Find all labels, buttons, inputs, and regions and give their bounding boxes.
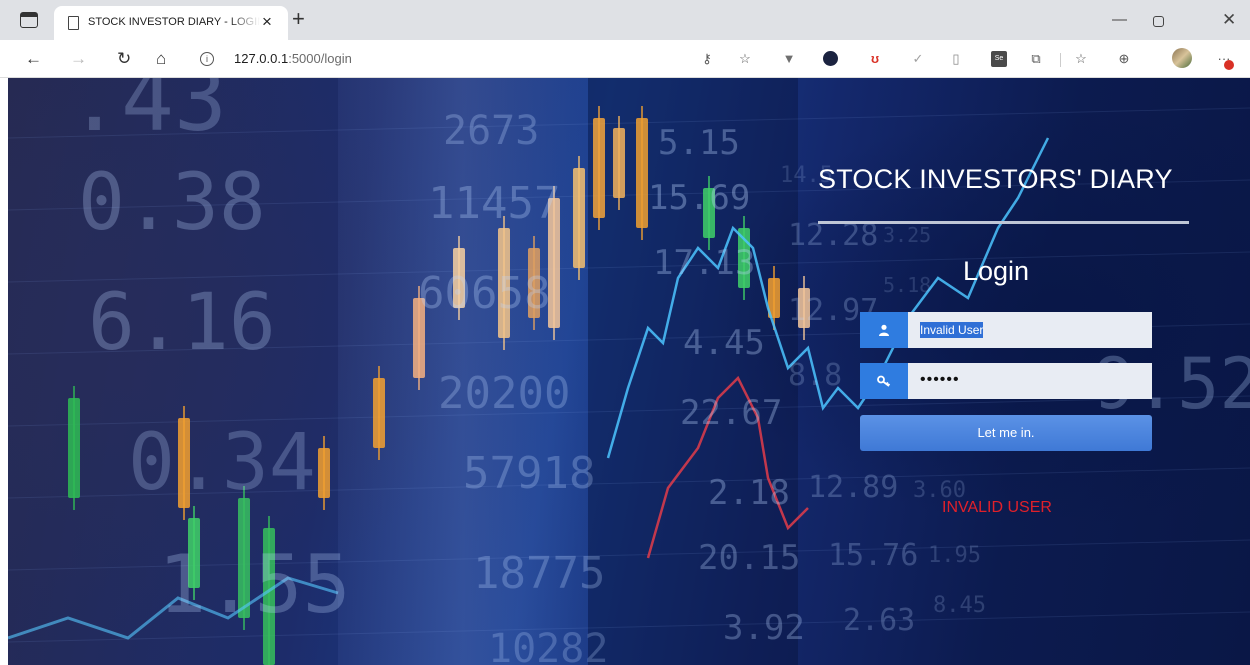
browser-tab[interactable]: STOCK INVESTOR DIARY - LOGIN × (54, 6, 288, 40)
background-number: 20.15 (698, 538, 801, 578)
background-number: 6.16 (88, 278, 276, 368)
candle-body (636, 118, 648, 228)
background-number: 5.18 (883, 273, 932, 297)
background-number: 3.92 (723, 608, 805, 648)
add-favorite-icon[interactable]: ☆ (736, 50, 754, 68)
tab-close-button[interactable]: × (262, 13, 272, 31)
address-bar[interactable]: 127.0.0.1:5000/login (234, 51, 352, 66)
page-icon (68, 16, 79, 30)
background-number: 1.95 (928, 543, 981, 568)
forward-icon[interactable]: → (70, 49, 87, 69)
background-number: 11457 (428, 178, 561, 229)
background-number: 1.55 (158, 538, 351, 631)
background-number: 8.8 (788, 358, 843, 393)
brand-title: STOCK INVESTORS' DIARY (818, 164, 1173, 194)
key-icon (860, 363, 908, 399)
tab-title: STOCK INVESTOR DIARY - LOGIN (88, 16, 260, 28)
background-number: 10282 (488, 626, 609, 665)
profile-avatar[interactable] (1172, 48, 1192, 68)
background-number: 20200 (438, 368, 571, 419)
se-extension-icon[interactable]: Se (990, 50, 1008, 68)
background-number: 18775 (473, 548, 606, 599)
candle-body (68, 398, 80, 498)
new-tab-button[interactable]: + (292, 7, 305, 31)
settings-more-icon[interactable]: ··· (1215, 50, 1234, 70)
toolbar-divider (1060, 53, 1061, 67)
background-number: 57918 (463, 448, 596, 499)
maximize-button[interactable] (1153, 16, 1164, 27)
url-path: :5000/login (288, 51, 352, 66)
background-number: 60658 (418, 268, 551, 319)
background-number: 4.45 (683, 323, 765, 363)
candle-body (593, 118, 605, 218)
candle-body (318, 448, 330, 498)
reload-icon[interactable]: ↻ (117, 49, 131, 69)
background-number: .43 (68, 78, 227, 151)
username-value: Invalid User (920, 322, 984, 338)
check-extension-icon[interactable]: ✓ (909, 50, 927, 68)
login-heading: Login (963, 256, 1030, 286)
url-host: 127.0.0.1 (234, 51, 289, 66)
username-input[interactable]: Invalid User (908, 312, 1152, 348)
pocket-extension-icon[interactable]: ▼ (780, 50, 798, 68)
user-icon (860, 312, 908, 348)
login-submit-button[interactable]: Let me in. (860, 415, 1152, 451)
site-info-icon[interactable]: i (200, 52, 214, 66)
password-key-icon[interactable]: ⚷ (698, 50, 716, 68)
error-message: INVALID USER (942, 499, 1052, 516)
candle-body (373, 378, 385, 448)
background-number: 8.45 (933, 593, 986, 618)
password-input[interactable]: •••••• (908, 363, 1152, 399)
extensions-icon[interactable]: ⧉ (1027, 50, 1045, 68)
tab-actions-icon[interactable] (20, 12, 38, 28)
background-number: 5.15 (658, 123, 740, 163)
background-number: 15.76 (828, 538, 919, 573)
brand-divider (818, 221, 1189, 224)
password-field[interactable]: •••••• (860, 363, 1152, 399)
background-number: 12.89 (808, 470, 899, 505)
login-page: .43 0.38 6.16 0.34 1.55 2673 11457 60658 20200 57… (8, 78, 1250, 665)
notification-badge (1224, 60, 1234, 70)
minimize-button[interactable]: — (1112, 11, 1127, 29)
background-number: 2.18 (708, 473, 790, 513)
background-number: 0.34 (128, 418, 316, 508)
favorites-icon[interactable]: ☆ (1072, 50, 1090, 68)
copy-extension-icon[interactable]: ▯ (947, 50, 965, 68)
close-window-button[interactable]: ✕ (1222, 11, 1236, 29)
background-number: 22.67 (680, 393, 783, 433)
browser-tab-bar: STOCK INVESTOR DIARY - LOGIN × + — ✕ (0, 0, 1250, 40)
dark-mode-extension-icon[interactable] (822, 50, 840, 68)
candle-body (573, 168, 585, 268)
background-number: 15.69 (648, 178, 751, 218)
home-icon[interactable]: ⌂ (156, 49, 166, 69)
background-number: 2673 (443, 108, 540, 154)
background-number: 0.38 (78, 158, 266, 248)
back-icon[interactable]: ← (25, 49, 42, 69)
username-field[interactable]: Invalid User (860, 312, 1152, 348)
browser-toolbar: ← → ↻ ⌂ i 127.0.0.1:5000/login ⚷ ☆ ▼ ʊ ✓… (0, 40, 1250, 78)
red-extension-icon[interactable]: ʊ (866, 50, 884, 68)
background-number: 2.63 (843, 603, 916, 638)
background-number: 3.25 (883, 223, 932, 247)
collections-icon[interactable]: ⊕ (1115, 50, 1133, 68)
background-number: 17.13 (653, 243, 756, 283)
candle-body (613, 128, 625, 198)
